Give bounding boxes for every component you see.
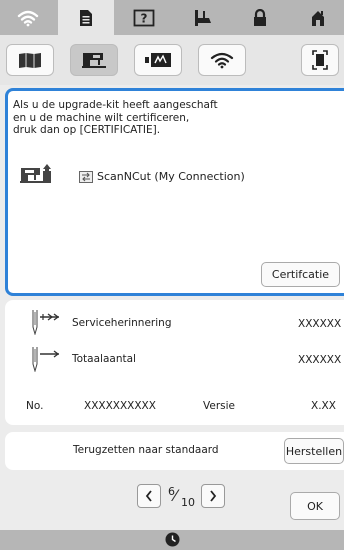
- service-reminder-value: XXXXXX: [298, 318, 342, 330]
- tab-home[interactable]: [290, 0, 344, 35]
- serial-number-label: No.: [26, 400, 44, 412]
- clock-icon[interactable]: [165, 532, 180, 547]
- previous-page-button[interactable]: [137, 484, 161, 508]
- screenshot-icon: [312, 50, 328, 70]
- screenshot-button[interactable]: [301, 44, 339, 76]
- embroidery-foot-icon: [195, 9, 211, 26]
- certify-button[interactable]: Certifcatie: [261, 262, 340, 287]
- connection-label: ScanNCut (My Connection): [97, 170, 245, 183]
- machine-upload-icon: [20, 164, 51, 183]
- home-icon: [312, 10, 324, 26]
- tab-help[interactable]: ?: [116, 0, 172, 35]
- total-count-label: Totaalaantal: [72, 353, 136, 365]
- sewing-machine-icon: [82, 53, 106, 68]
- page-icon: [80, 9, 92, 26]
- reset-label: Terugzetten naar standaard: [73, 444, 219, 456]
- service-reminder-label: Serviceherinnering: [72, 317, 172, 329]
- total-needle-icon: [32, 347, 60, 372]
- certification-message: Als u de upgrade-kit heeft aangeschaft e…: [13, 99, 313, 137]
- total-count-value: XXXXXX: [298, 354, 342, 366]
- message-line: en u de machine wilt certificeren,: [13, 111, 190, 124]
- lock-icon: [254, 8, 266, 26]
- category-sewing-machine-button[interactable]: [70, 44, 118, 76]
- service-needle-icon: [32, 310, 60, 335]
- ok-button[interactable]: OK: [290, 492, 340, 520]
- category-bar: [0, 35, 344, 85]
- next-page-button[interactable]: [201, 484, 225, 508]
- wifi-icon: [17, 10, 39, 26]
- category-embroidery-button[interactable]: [134, 44, 182, 76]
- version-label: Versie: [203, 400, 235, 412]
- message-line: druk dan op [CERTIFICATIE].: [13, 124, 161, 136]
- category-book-button[interactable]: [6, 44, 54, 76]
- message-line: Als u de upgrade-kit heeft aangeschaft: [13, 99, 218, 111]
- category-wifi-button[interactable]: [198, 44, 246, 76]
- connection-icon: [79, 171, 93, 183]
- reset-button[interactable]: Herstellen: [284, 438, 344, 464]
- help-icon: ?: [133, 9, 155, 26]
- tab-page[interactable]: [58, 0, 114, 35]
- embroidery-icon: [145, 53, 171, 67]
- tab-lock[interactable]: [232, 0, 288, 35]
- chevron-right-icon: [210, 490, 217, 502]
- book-icon: [19, 53, 41, 68]
- tab-embroidery-foot[interactable]: [174, 0, 230, 35]
- top-tab-bar: ?: [0, 0, 344, 35]
- page-separator: ⁄: [174, 486, 177, 505]
- serial-number-value: XXXXXXXXXX: [84, 400, 156, 412]
- version-value: X.XX: [311, 400, 336, 412]
- tab-wifi[interactable]: [0, 0, 56, 35]
- wifi-icon: [210, 52, 234, 69]
- chevron-left-icon: [145, 490, 152, 502]
- total-pages: 10: [181, 496, 195, 509]
- svg-text:?: ?: [141, 11, 148, 25]
